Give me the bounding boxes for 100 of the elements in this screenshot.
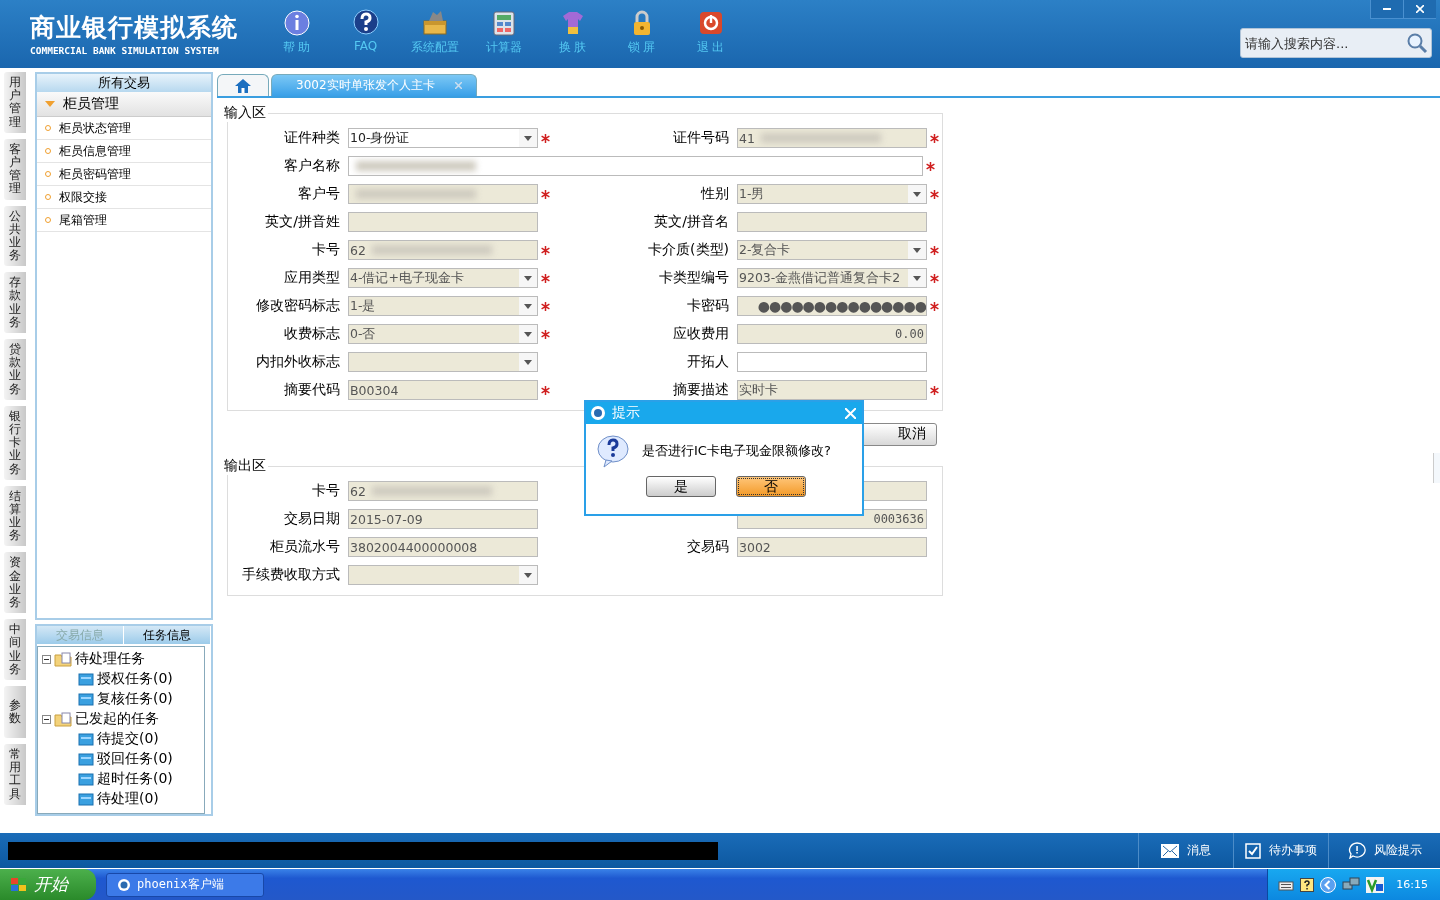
help-icon [351,9,380,37]
tree-node[interactable]: 已发起的任务 [38,709,204,729]
folder-icon [78,792,94,806]
menu-item[interactable]: 柜员状态管理 [37,117,211,140]
dropdown-field[interactable]: 9203-金燕借记普通复合卡2 [737,268,927,288]
side-tab[interactable]: 参数 [4,685,26,738]
dropdown-field[interactable]: 10-身份证 [348,128,538,148]
dropdown-field[interactable]: 4-借记+电子现金卡 [348,268,538,288]
back-icon[interactable] [1320,876,1337,893]
section-title: 输出区 [223,457,267,475]
side-tab[interactable]: 存款业务 [4,272,26,333]
dialog-button[interactable]: 否 [736,476,806,497]
dialog-button[interactable]: 是 [646,476,716,497]
field-label: 内扣外收标志 [256,353,340,369]
input-field[interactable]: 3002 [737,537,927,557]
tree-node[interactable]: 授权任务(0) [38,669,204,689]
caret-icon [524,359,532,365]
keyboard-icon[interactable] [1278,878,1295,891]
input-field[interactable]: 62 [348,240,538,260]
home-tab[interactable] [217,74,269,96]
tree-node[interactable]: 超时任务(0) [38,769,204,789]
collapse-icon[interactable] [42,714,51,724]
dropdown-field[interactable]: 2-复合卡 [737,240,927,260]
tree-node[interactable]: 待处理(0) [38,789,204,809]
panel-tab[interactable]: 任务信息 [124,626,211,644]
input-field[interactable]: 实时卡 [737,380,927,400]
input-field[interactable]: 2015-07-09 [348,509,538,529]
status-button[interactable]: 待办事项 [1233,833,1328,868]
input-field[interactable] [348,212,538,232]
taskbar-item[interactable]: phoenix客户端 [106,872,264,897]
input-field[interactable] [348,184,538,204]
menu-item[interactable]: 柜员密码管理 [37,163,211,186]
input-field[interactable] [348,156,923,176]
field-label: 摘要描述 [673,381,729,397]
folder-icon [78,692,94,706]
field-label: 客户号 [298,185,340,201]
app-subtitle: COMMERCIAL BANK SIMULATION SYSTEM [30,45,220,56]
caret-icon [913,275,921,281]
field-label: 手续费收取方式 [242,566,340,582]
side-tab[interactable]: 公共业务 [4,205,26,267]
dropdown-field[interactable]: 1-是 [348,296,538,316]
group-header[interactable]: 柜员管理 [37,92,211,117]
input-field[interactable]: 62 [348,481,538,501]
collapse-icon[interactable] [42,654,51,664]
field-label: 开拓人 [687,353,729,369]
field-label: 收费标志 [284,325,340,341]
menu-item[interactable]: 权限交接 [37,186,211,209]
dropdown-field[interactable] [348,352,538,372]
required-mark [930,189,939,199]
checkbox-icon [1245,842,1261,859]
field-label: 交易日期 [284,510,340,526]
caret-icon [913,191,921,197]
tree-node[interactable]: 复核任务(0) [38,689,204,709]
input-field[interactable]: B00304 [348,380,538,400]
folder-icon [78,752,94,766]
sidebar-title: 所有交易 [37,74,211,92]
required-mark [930,301,939,311]
status-button[interactable]: 消息 [1138,833,1233,868]
search-field[interactable]: 请输入搜索内容... [1240,28,1432,58]
clock: 16:15 [1396,878,1428,891]
field-label: 交易码 [687,538,729,554]
triangle-icon [45,101,55,107]
input-field[interactable] [737,352,927,372]
field-label: 修改密码标志 [256,297,340,313]
side-tab[interactable]: 银行卡业务 [4,405,26,480]
dropdown-field[interactable] [348,565,538,585]
dropdown-field[interactable]: 1-男 [737,184,927,204]
required-mark [541,385,550,395]
required-mark [541,273,550,283]
input-field[interactable] [737,212,927,232]
app-icon [590,405,606,421]
side-tab[interactable]: 客户管理 [4,138,26,200]
vpn-icon[interactable] [1366,876,1385,893]
side-tab[interactable]: 贷款业务 [4,339,26,400]
required-mark [926,161,935,171]
windows-icon [10,876,28,893]
side-tab[interactable]: 常用工具 [4,743,26,805]
side-tab[interactable]: 用户管理 [4,72,26,133]
menu-item[interactable]: 柜员信息管理 [37,140,211,163]
required-mark [930,385,939,395]
status-button[interactable]: 风险提示 [1328,833,1440,868]
dropdown-field[interactable]: 0-否 [348,324,538,344]
tree-node[interactable]: 待提交(0) [38,729,204,749]
menu-item[interactable]: 尾箱管理 [37,209,211,232]
input-field[interactable]: 3802004400000008 [348,537,538,557]
question-icon [596,434,630,468]
tree-node[interactable]: 待处理任务 [38,649,204,669]
network-icon[interactable] [1342,876,1361,893]
field-label: 卡号 [312,482,340,498]
toolbox-icon [420,9,449,37]
input-field[interactable]: 41 [737,128,927,148]
side-tab[interactable]: 资金业务 [4,552,26,614]
home-icon [234,77,252,94]
input-field[interactable]: 0.00 [737,324,927,344]
start-button[interactable]: 开始 [0,869,96,900]
input-field[interactable]: ●●●●●●●●●●●●●●● [737,296,927,316]
help-icon[interactable] [1300,877,1315,892]
side-tab[interactable]: 中间业务 [4,619,26,680]
tree-node[interactable]: 驳回任务(0) [38,749,204,769]
side-tab[interactable]: 结算业务 [4,485,26,547]
